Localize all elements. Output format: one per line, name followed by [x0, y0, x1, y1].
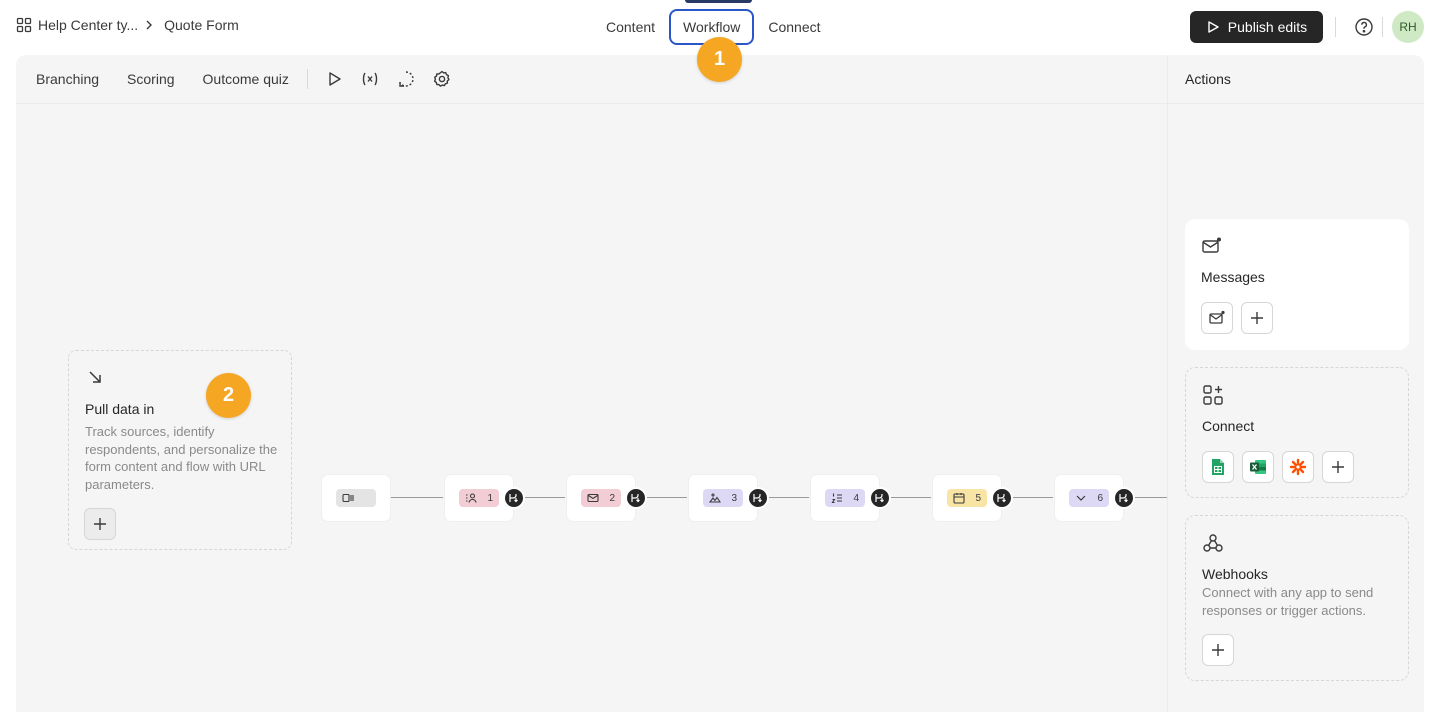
divider	[1382, 17, 1383, 37]
plus-icon	[1332, 461, 1344, 473]
play-icon	[1208, 21, 1219, 33]
webhooks-description: Connect with any app to send responses o…	[1202, 585, 1374, 618]
email-notification-button[interactable]	[1201, 302, 1233, 334]
add-url-parameter-button[interactable]	[84, 508, 116, 540]
actions-panel: Actions Messages Connect Webhooks Connec…	[1167, 55, 1424, 712]
branch-icon	[997, 494, 1006, 503]
branch-button[interactable]	[1113, 487, 1135, 509]
logic-icon[interactable]	[396, 69, 416, 89]
tab-content[interactable]: Content	[596, 9, 665, 45]
play-icon[interactable]	[324, 69, 344, 89]
settings-icon[interactable]	[432, 69, 452, 89]
active-tab-indicator	[685, 0, 752, 3]
connect-card: Connect	[1185, 367, 1409, 498]
contact-info-icon	[466, 493, 477, 503]
variable-icon[interactable]	[360, 69, 380, 89]
workspace-grid-icon[interactable]	[16, 17, 32, 33]
google-sheets-button[interactable]	[1202, 451, 1234, 483]
step-type-pill	[336, 489, 376, 507]
email-icon	[587, 493, 599, 503]
excel-button[interactable]	[1242, 451, 1274, 483]
webhooks-card: Webhooks Connect with any app to send re…	[1185, 515, 1409, 681]
webhooks-title: Webhooks	[1202, 566, 1268, 582]
flow-step-welcome[interactable]	[322, 475, 390, 521]
divider	[1335, 17, 1336, 37]
workflow-canvas[interactable]: Branching Scoring Outcome quiz Pull data…	[16, 55, 1167, 712]
zapier-icon	[1289, 458, 1307, 476]
branch-button[interactable]	[869, 487, 891, 509]
step-number: 5	[975, 492, 981, 504]
add-integration-button[interactable]	[1322, 451, 1354, 483]
pull-data-in-card: Pull data in Track sources, identify res…	[68, 350, 292, 550]
step-type-pill: 2	[581, 489, 621, 507]
ranking-icon	[831, 493, 842, 504]
chevron-right-icon	[146, 20, 153, 30]
connect-title: Connect	[1202, 418, 1255, 434]
step-number: 4	[853, 492, 859, 504]
branch-icon	[1119, 494, 1128, 503]
scoring-tool[interactable]: Scoring	[127, 71, 174, 87]
step-number: 2	[609, 492, 615, 504]
callout-badge: 1	[697, 37, 742, 82]
mail-notification-icon	[1209, 310, 1225, 324]
step-type-pill: 4	[825, 489, 865, 507]
branch-button[interactable]	[991, 487, 1013, 509]
branch-icon	[509, 494, 518, 503]
branch-button[interactable]	[747, 487, 769, 509]
step-number: 6	[1097, 492, 1103, 504]
plus-icon	[94, 518, 106, 530]
breadcrumb-workspace[interactable]: Help Center ty...	[38, 17, 138, 33]
canvas-toolbar: Branching Scoring Outcome quiz	[16, 55, 1167, 104]
actions-title: Actions	[1185, 71, 1231, 87]
picture-choice-icon	[709, 493, 721, 503]
step-number: 1	[487, 492, 493, 504]
outcome-quiz-tool[interactable]: Outcome quiz	[203, 71, 289, 87]
callout-badge: 2	[206, 373, 251, 418]
actions-header: Actions	[1168, 55, 1424, 104]
welcome-icon	[342, 493, 354, 503]
google-sheets-icon	[1212, 459, 1224, 475]
branch-icon	[875, 494, 884, 503]
messages-title: Messages	[1201, 269, 1265, 285]
pull-data-title: Pull data in	[85, 401, 155, 417]
branch-icon	[753, 494, 762, 503]
date-icon	[953, 493, 965, 504]
publish-edits-label: Publish edits	[1227, 19, 1308, 35]
step-type-pill: 1	[459, 489, 499, 507]
excel-icon	[1250, 460, 1266, 474]
branch-button[interactable]	[503, 487, 525, 509]
help-icon[interactable]	[1354, 17, 1374, 37]
avatar[interactable]: RH	[1392, 11, 1424, 43]
branching-tool[interactable]: Branching	[36, 71, 99, 87]
publish-edits-button[interactable]: Publish edits	[1190, 11, 1323, 43]
breadcrumb-form-name[interactable]: Quote Form	[164, 17, 239, 33]
plus-icon	[1212, 644, 1224, 656]
toolbar-divider	[306, 69, 308, 89]
step-type-pill: 3	[703, 489, 743, 507]
mail-notification-icon	[1202, 237, 1221, 253]
step-number: 3	[731, 492, 737, 504]
branch-icon	[631, 494, 640, 503]
apps-icon	[1203, 385, 1223, 405]
zapier-button[interactable]	[1282, 451, 1314, 483]
arrow-down-right-icon	[89, 371, 101, 383]
branch-button[interactable]	[625, 487, 647, 509]
messages-card: Messages	[1185, 219, 1409, 350]
pull-data-description: Track sources, identify respondents, and…	[85, 424, 278, 492]
step-type-pill: 5	[947, 489, 987, 507]
tab-connect[interactable]: Connect	[758, 9, 830, 45]
add-message-button[interactable]	[1241, 302, 1273, 334]
breadcrumb: Help Center ty... Quote Form	[16, 17, 239, 33]
step-type-pill: 6	[1069, 489, 1109, 507]
add-webhook-button[interactable]	[1202, 634, 1234, 666]
flow-connector	[391, 497, 443, 498]
dropdown-icon	[1076, 495, 1086, 501]
plus-icon	[1251, 312, 1263, 324]
webhook-icon	[1203, 534, 1223, 552]
